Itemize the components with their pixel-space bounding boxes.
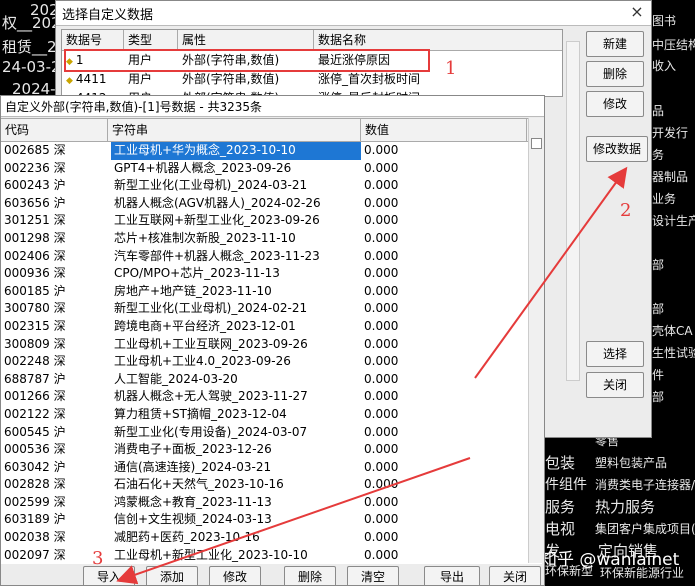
- arrow-to-modify-data: [474, 166, 628, 379]
- annotation-arrows: [116, 166, 628, 585]
- arrow-to-import: [116, 457, 471, 585]
